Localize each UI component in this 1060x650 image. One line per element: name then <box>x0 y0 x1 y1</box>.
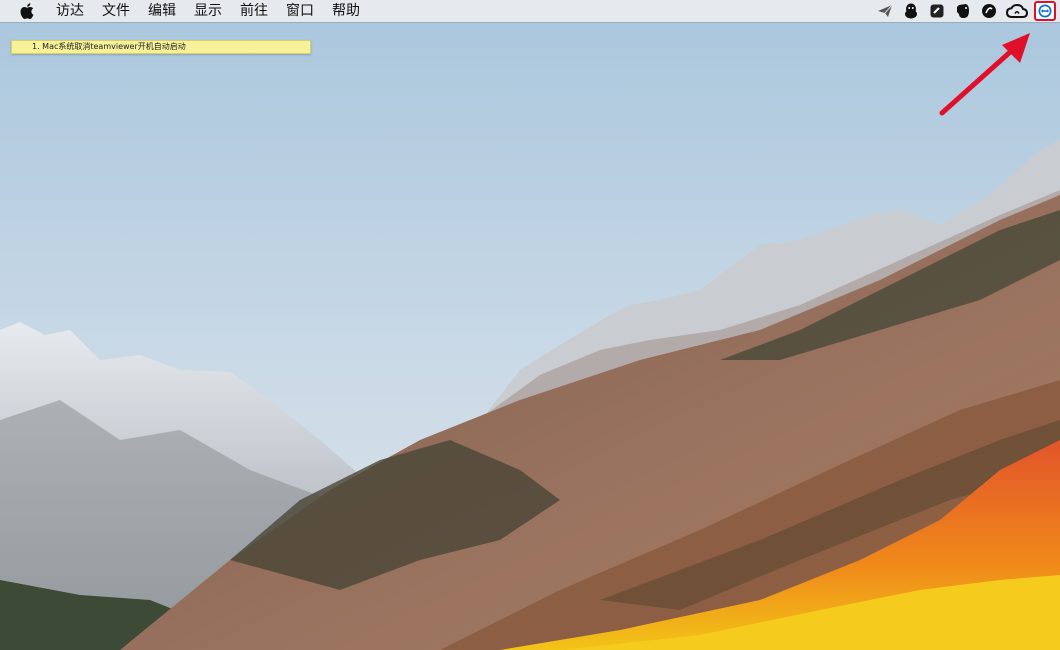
menu-edit[interactable]: 编辑 <box>148 0 176 22</box>
apple-logo-icon[interactable] <box>20 2 36 20</box>
menu-file[interactable]: 文件 <box>102 0 130 22</box>
annotation-arrow <box>939 33 1030 116</box>
menu-help[interactable]: 帮助 <box>332 0 360 22</box>
creative-cloud-icon[interactable] <box>1006 2 1028 20</box>
teamviewer-icon[interactable] <box>1034 1 1056 21</box>
note-label: 1. Mac系统取消teamviewer开机自动启动 <box>11 40 311 54</box>
evernote-square-icon[interactable] <box>928 2 946 20</box>
menu-finder[interactable]: 访达 <box>56 0 84 22</box>
menu-view[interactable]: 显示 <box>194 0 222 22</box>
paper-plane-icon[interactable] <box>876 2 894 20</box>
menu-bar: 访达 文件 编辑 显示 前往 窗口 帮助 <box>0 0 1060 22</box>
evernote-elephant-icon[interactable] <box>954 2 972 20</box>
desktop-wallpaper <box>0 0 1060 650</box>
qq-penguin-icon[interactable] <box>902 2 920 20</box>
menu-window[interactable]: 窗口 <box>286 0 314 22</box>
cleaner-icon[interactable] <box>980 2 998 20</box>
status-menu-area <box>868 0 1060 22</box>
menu-go[interactable]: 前往 <box>240 0 268 22</box>
